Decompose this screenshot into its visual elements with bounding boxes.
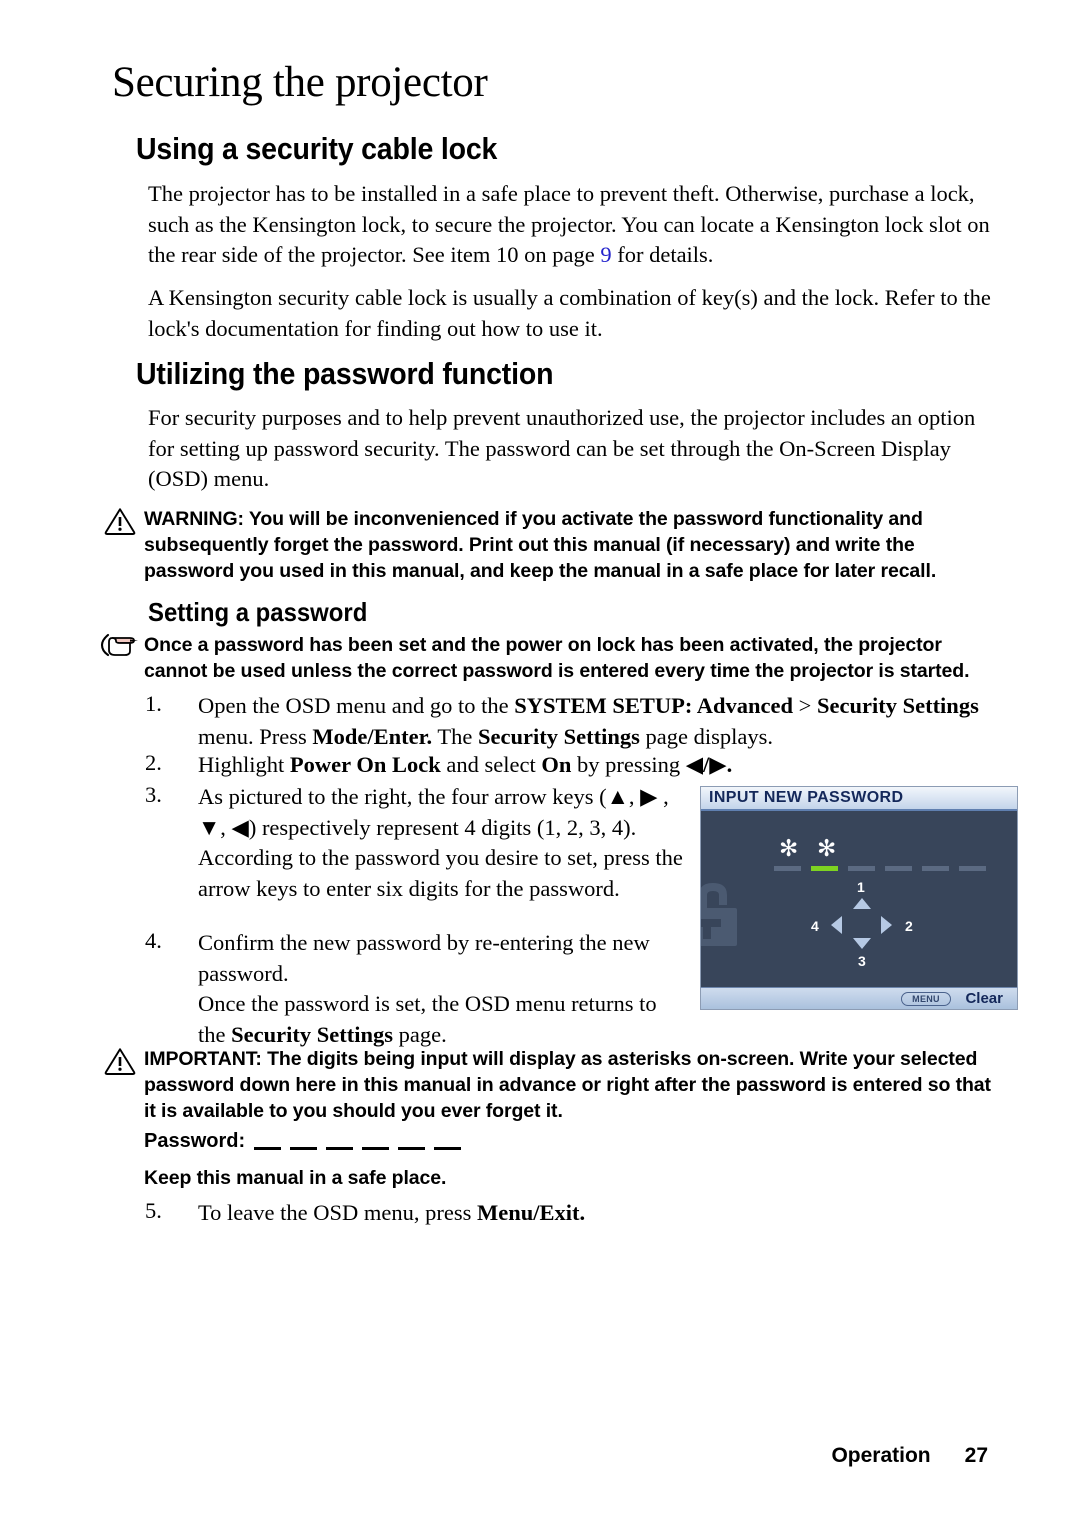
paragraph-password-function: For security purposes and to help preven… <box>148 405 976 491</box>
text-run-bold: Security Settings <box>231 1021 393 1047</box>
osd-title-bar: INPUT NEW PASSWORD <box>701 787 1017 811</box>
password-record-label: Password: <box>144 1130 246 1152</box>
password-slot <box>774 866 801 871</box>
keep-manual-note: Keep this manual in a safe place. <box>144 1167 447 1189</box>
asterisk-1: ✻ <box>779 836 799 862</box>
arrow-label-up: 1 <box>857 879 865 895</box>
password-blank[interactable] <box>362 1147 390 1150</box>
page-reference-link[interactable]: 9 <box>600 242 611 267</box>
password-slot <box>922 866 949 871</box>
pointing-hand-icon <box>100 632 138 662</box>
section-heading-security-cable-lock: Using a security cable lock <box>136 131 498 166</box>
step-text-5: To leave the OSD menu, press Menu/Exit. <box>198 1198 1003 1229</box>
password-record-row: Password: <box>144 1130 462 1153</box>
osd-title-text: INPUT NEW PASSWORD <box>709 789 904 806</box>
step-number-4: 4. <box>145 928 162 953</box>
password-blank[interactable] <box>290 1147 318 1150</box>
osd-screenshot-input-new-password: INPUT NEW PASSWORD ✻ ✻ 1 2 3 4 MENU Clea… <box>700 786 1018 1010</box>
arrow-right-icon <box>881 916 892 934</box>
text-run-bold: ◀/▶. <box>685 752 733 777</box>
step-number-1: 1. <box>145 691 162 716</box>
arrow-left-icon <box>831 916 842 934</box>
text-run-bold: Menu/Exit. <box>477 1200 586 1225</box>
text-run: and select <box>440 752 542 777</box>
paragraph-cable-lock-1: The projector has to be installed in a s… <box>148 179 1003 271</box>
osd-arrow-key-diagram: 1 2 3 4 <box>807 879 917 969</box>
asterisk-2: ✻ <box>817 836 837 862</box>
page-title: Securing the projector <box>112 59 488 106</box>
text-run-bold: Security Settings <box>478 723 640 749</box>
section-heading-password-function: Utilizing the password function <box>136 356 554 391</box>
step-number-5: 5. <box>145 1198 162 1223</box>
osd-footer-bar: MENU Clear <box>701 987 1017 1009</box>
osd-menu-key-badge: MENU <box>901 992 951 1006</box>
text-run: To leave the OSD menu, press <box>198 1200 477 1225</box>
warning-triangle-icon <box>103 506 137 536</box>
arrow-label-right: 2 <box>905 918 913 934</box>
text-run-bold: SYSTEM SETUP: Advanced <box>514 693 794 718</box>
password-blank[interactable] <box>326 1147 354 1150</box>
padlock-icon <box>701 875 749 951</box>
text-run-bold: Power On Lock <box>289 752 441 777</box>
warning-note-text: WARNING: You will be inconvenienced if y… <box>144 508 937 582</box>
password-blank[interactable] <box>254 1147 282 1150</box>
arrow-up-icon <box>853 898 871 909</box>
password-blank[interactable] <box>398 1147 426 1150</box>
password-slot <box>885 866 912 871</box>
document-page: Securing the projector Using a security … <box>0 0 1080 1529</box>
step-text-2: Highlight Power On Lock and select On by… <box>198 750 1003 781</box>
osd-entered-asterisks: ✻ ✻ <box>779 836 837 862</box>
osd-clear-action-label: Clear <box>965 990 1003 1007</box>
footer-section-label: Operation <box>831 1444 931 1467</box>
text-run: menu. Press <box>198 723 313 749</box>
important-note-text: IMPORTANT: The digits being input will d… <box>144 1048 991 1122</box>
text-run-bold: On <box>541 752 572 777</box>
password-slot <box>959 866 986 871</box>
password-slot <box>848 866 875 871</box>
step-text-4: Confirm the new password by re-entering … <box>198 930 650 986</box>
osd-password-slots <box>774 866 986 871</box>
footer-page-number: 27 <box>964 1444 988 1467</box>
arrow-label-down: 3 <box>858 953 866 969</box>
subheading-setting-a-password: Setting a password <box>148 597 368 627</box>
step-text-4-continuation: Once the password is set, the OSD menu r… <box>198 989 676 1050</box>
step-number-3: 3. <box>145 782 162 807</box>
step-text-3: As pictured to the right, the four arrow… <box>198 784 683 901</box>
arrow-label-left: 4 <box>811 918 819 934</box>
paragraph-text: The projector has to be installed in a s… <box>148 181 990 267</box>
text-run: by pressing <box>571 752 686 777</box>
paragraph-cable-lock-2: A Kensington security cable lock is usua… <box>148 285 991 341</box>
step-text-1: Open the OSD menu and go to the SYSTEM S… <box>198 691 1003 752</box>
password-slot-active <box>811 866 838 871</box>
paragraph-text-tail: for details. <box>611 242 714 267</box>
text-run: page displays. <box>639 723 773 749</box>
text-run: The <box>432 723 478 749</box>
step-number-2: 2. <box>145 750 162 775</box>
warning-triangle-icon-important <box>103 1046 137 1076</box>
text-run-bold: Security Settings <box>816 693 979 718</box>
arrow-down-icon <box>853 938 871 949</box>
text-run: Highlight <box>198 752 290 777</box>
text-run: > <box>793 693 817 718</box>
password-blank[interactable] <box>434 1147 462 1150</box>
text-run: page. <box>393 1021 447 1047</box>
text-run: Open the OSD menu and go to the <box>198 693 515 718</box>
tip-note-text: Once a password has been set and the pow… <box>144 634 970 682</box>
text-run-bold: Mode/Enter. <box>312 723 433 749</box>
page-footer: Operation 27 <box>831 1444 988 1468</box>
